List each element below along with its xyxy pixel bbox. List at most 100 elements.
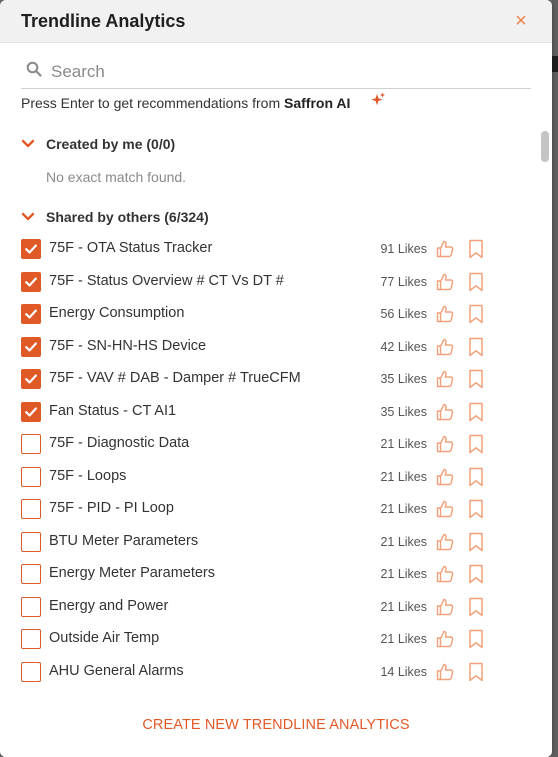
create-new-trendline-button[interactable]: CREATE NEW TRENDLINE ANALYTICS — [0, 717, 552, 733]
background-edge — [552, 0, 558, 757]
list-item[interactable]: Energy Meter Parameters 21 Likes — [21, 563, 491, 587]
bookmark-icon[interactable] — [468, 499, 484, 519]
thumbs-up-icon[interactable] — [435, 467, 455, 487]
ai-hint-prefix: Press Enter to get recommendations from — [21, 95, 284, 111]
list-item[interactable]: 75F - PID - PI Loop 21 Likes — [21, 498, 491, 522]
list-item[interactable]: 75F - SN-HN-HS Device 42 Likes — [21, 336, 491, 360]
chevron-down-icon — [21, 139, 35, 148]
list-item[interactable]: AHU General Alarms 14 Likes — [21, 661, 491, 685]
item-likes: 91 Likes — [380, 242, 427, 256]
thumbs-up-icon[interactable] — [435, 597, 455, 617]
item-checkbox[interactable] — [21, 336, 41, 357]
bookmark-icon[interactable] — [468, 337, 484, 357]
list-item[interactable]: 75F - Diagnostic Data 21 Likes — [21, 433, 491, 457]
item-likes: 21 Likes — [380, 632, 427, 646]
bookmark-icon[interactable] — [468, 239, 484, 259]
close-icon[interactable]: × — [512, 11, 530, 31]
thumbs-up-icon[interactable] — [435, 662, 455, 682]
list-item[interactable]: Energy Consumption 56 Likes — [21, 303, 491, 327]
item-checkbox[interactable] — [21, 466, 41, 487]
item-likes: 14 Likes — [380, 664, 427, 679]
thumbs-up-icon[interactable] — [435, 402, 455, 422]
bookmark-icon[interactable] — [468, 402, 484, 422]
bookmark-icon[interactable] — [468, 304, 484, 324]
bookmark-icon[interactable] — [468, 434, 484, 454]
item-likes: 42 Likes — [380, 339, 427, 354]
item-likes: 35 Likes — [380, 372, 427, 386]
item-name: 75F - OTA Status Tracker — [49, 240, 213, 256]
thumbs-up-icon[interactable] — [435, 337, 455, 357]
item-name: Energy Consumption — [49, 305, 185, 321]
bookmark-icon[interactable] — [468, 597, 484, 617]
item-name: BTU Meter Parameters — [49, 532, 199, 549]
item-likes: 56 Likes — [380, 307, 427, 321]
list-item[interactable]: 75F - Loops 21 Likes — [21, 466, 491, 490]
item-name: 75F - Loops — [49, 467, 127, 484]
trendline-analytics-dialog: Trendline Analytics × Press Enter to get… — [0, 0, 552, 757]
list-item[interactable]: Outside Air Temp 21 Likes — [21, 628, 491, 652]
bookmark-icon[interactable] — [468, 629, 484, 649]
section-label: Created by me (0/0) — [46, 136, 176, 152]
analytics-list[interactable]: Created by me (0/0) No exact match found… — [0, 125, 552, 700]
thumbs-up-icon[interactable] — [435, 564, 455, 584]
background-edge-dark — [552, 56, 558, 72]
empty-message: No exact match found. — [46, 169, 187, 185]
item-likes: 21 Likes — [380, 437, 427, 451]
scrollbar-thumb[interactable] — [541, 131, 549, 162]
checkmark-icon — [25, 407, 37, 416]
thumbs-up-icon[interactable] — [435, 499, 455, 519]
item-likes: 35 Likes — [380, 404, 427, 419]
item-name: 75F - Diagnostic Data — [49, 435, 190, 451]
item-checkbox[interactable] — [21, 564, 41, 584]
bookmark-icon[interactable] — [468, 272, 484, 292]
item-name: 75F - SN-HN-HS Device — [49, 337, 207, 354]
item-name: Energy and Power — [49, 597, 169, 614]
item-checkbox[interactable] — [21, 531, 41, 552]
item-checkbox[interactable] — [21, 629, 41, 649]
item-likes: 21 Likes — [380, 534, 427, 549]
thumbs-up-icon[interactable] — [435, 434, 455, 454]
item-checkbox[interactable] — [21, 434, 41, 454]
item-checkbox[interactable] — [21, 239, 41, 259]
list-item[interactable]: BTU Meter Parameters 21 Likes — [21, 531, 491, 555]
list-item[interactable]: 75F - OTA Status Tracker 91 Likes — [21, 238, 491, 262]
item-name: Outside Air Temp — [49, 630, 160, 646]
checkmark-icon — [25, 342, 37, 351]
list-item[interactable]: Energy and Power 21 Likes — [21, 596, 491, 620]
item-likes: 21 Likes — [380, 567, 427, 581]
ai-hint-text: Press Enter to get recommendations from … — [21, 95, 350, 111]
dialog-footer: CREATE NEW TRENDLINE ANALYTICS — [0, 700, 552, 757]
list-item[interactable]: 75F - VAV # DAB - Damper # TrueCFM 35 Lik… — [21, 368, 491, 392]
bookmark-icon[interactable] — [468, 532, 484, 552]
item-checkbox[interactable] — [21, 401, 41, 422]
list-item[interactable]: 75F - Status Overview # CT Vs DT # 77 Lik… — [21, 271, 491, 295]
thumbs-up-icon[interactable] — [435, 239, 455, 259]
search-input[interactable] — [51, 61, 521, 83]
search-bar — [21, 55, 531, 89]
item-checkbox[interactable] — [21, 369, 41, 389]
thumbs-up-icon[interactable] — [435, 629, 455, 649]
item-checkbox[interactable] — [21, 271, 41, 292]
bookmark-icon[interactable] — [468, 467, 484, 487]
thumbs-up-icon[interactable] — [435, 369, 455, 389]
search-icon — [26, 61, 42, 77]
thumbs-up-icon[interactable] — [435, 272, 455, 292]
item-checkbox[interactable] — [21, 596, 41, 617]
item-name: 75F - Status Overview # CT Vs DT # — [49, 272, 284, 289]
item-likes: 21 Likes — [380, 599, 427, 614]
checkmark-icon — [25, 374, 37, 384]
checkmark-icon — [25, 277, 37, 286]
item-checkbox[interactable] — [21, 661, 41, 682]
bookmark-icon[interactable] — [468, 662, 484, 682]
dialog-title: Trendline Analytics — [21, 11, 186, 31]
item-name: 75F - VAV # DAB - Damper # TrueCFM — [49, 370, 301, 386]
item-name: Fan Status - CT AI1 — [49, 402, 177, 419]
item-likes: 21 Likes — [380, 502, 427, 516]
bookmark-icon[interactable] — [468, 369, 484, 389]
thumbs-up-icon[interactable] — [435, 304, 455, 324]
bookmark-icon[interactable] — [468, 564, 484, 584]
item-checkbox[interactable] — [21, 499, 41, 519]
thumbs-up-icon[interactable] — [435, 532, 455, 552]
item-checkbox[interactable] — [21, 304, 41, 324]
list-item[interactable]: Fan Status - CT AI1 35 Likes — [21, 401, 491, 425]
